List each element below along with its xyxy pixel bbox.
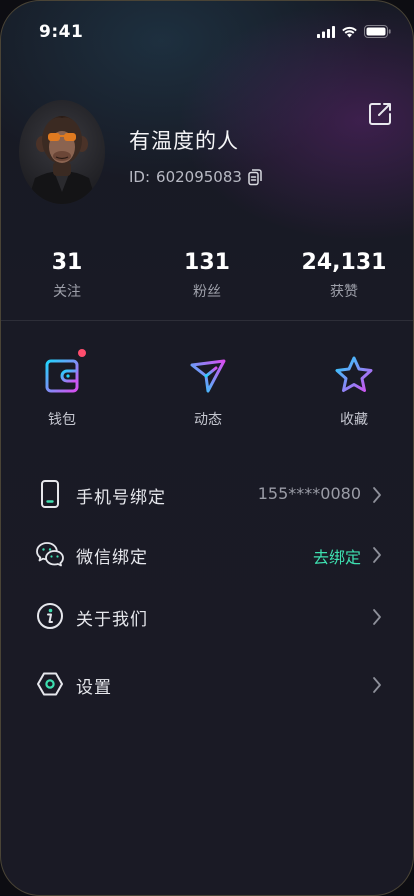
signal-icon (317, 25, 335, 38)
action-icon-wrap (332, 353, 376, 397)
info-icon (37, 603, 63, 629)
action-icon-wrap (40, 349, 86, 397)
stat-label: 粉丝 (193, 284, 221, 300)
phone-icon (41, 480, 59, 508)
stats-row: 31 关注 131 粉丝 24,131 获赞 (1, 249, 413, 305)
chevron-right-icon (373, 677, 381, 693)
edit-icon (369, 103, 391, 125)
wallet-icon (45, 359, 79, 393)
menu-item-settings[interactable]: 设置 (1, 655, 413, 715)
action-posts[interactable]: 动态 (158, 353, 258, 429)
chevron-right-icon (373, 487, 381, 503)
copy-id-button[interactable] (248, 168, 262, 186)
copy-icon (248, 168, 262, 185)
wechat-icon (36, 542, 64, 567)
avatar-image (27, 116, 97, 204)
stat-label: 获赞 (330, 284, 358, 300)
profile-screen: 9:41 有温度的人 ID: 602095083 31 关注 131 粉丝 24… (0, 0, 414, 896)
stat-likes[interactable]: 24,131 获赞 (289, 249, 399, 301)
menu-icon-wrap (35, 479, 65, 509)
settings-icon (37, 672, 63, 696)
stat-followers[interactable]: 131 粉丝 (152, 249, 262, 301)
menu-label: 微信绑定 (76, 548, 148, 568)
action-icon-wrap (186, 353, 230, 397)
chevron-right-icon (373, 547, 381, 563)
user-id-row: ID: 602095083 (129, 168, 262, 186)
section-divider (1, 320, 413, 321)
stat-following[interactable]: 31 关注 (12, 249, 122, 301)
menu-icon-wrap (35, 669, 65, 699)
menu-label: 关于我们 (76, 610, 148, 630)
menu-label: 设置 (76, 678, 112, 698)
user-id-value: 602095083 (156, 168, 242, 186)
action-favorites[interactable]: 收藏 (304, 353, 404, 429)
status-bar: 9:41 (1, 1, 413, 65)
phone-number-value: 155****0080 (257, 484, 361, 503)
bind-wechat-link[interactable]: 去绑定 (313, 544, 361, 568)
menu-item-phone-binding[interactable]: 手机号绑定 155****0080 (1, 465, 413, 525)
menu-item-wechat-binding[interactable]: 微信绑定 去绑定 (1, 525, 413, 585)
stat-value: 131 (184, 250, 230, 275)
chevron-right-icon (373, 609, 381, 625)
action-label: 收藏 (340, 412, 368, 428)
status-time: 9:41 (39, 22, 84, 42)
menu-label: 手机号绑定 (76, 488, 166, 508)
edit-profile-button[interactable] (365, 99, 395, 129)
action-label: 动态 (194, 412, 222, 428)
wifi-icon (342, 26, 357, 37)
send-icon (190, 359, 226, 393)
quick-actions: 钱包 动态 收藏 (1, 349, 413, 437)
avatar[interactable] (19, 100, 105, 204)
stat-value: 24,131 (301, 250, 387, 275)
stat-value: 31 (51, 250, 83, 275)
status-icons (317, 25, 391, 38)
menu-icon-wrap (35, 539, 65, 569)
menu-item-about-us[interactable]: 关于我们 (1, 587, 413, 647)
action-label: 钱包 (48, 412, 76, 428)
action-wallet[interactable]: 钱包 (12, 349, 112, 429)
star-icon (335, 356, 373, 392)
notification-badge (78, 349, 86, 357)
stat-label: 关注 (53, 284, 81, 300)
battery-icon (364, 25, 391, 38)
username: 有温度的人 (129, 129, 239, 153)
user-id-label: ID: (129, 168, 151, 186)
menu-icon-wrap (35, 601, 65, 631)
